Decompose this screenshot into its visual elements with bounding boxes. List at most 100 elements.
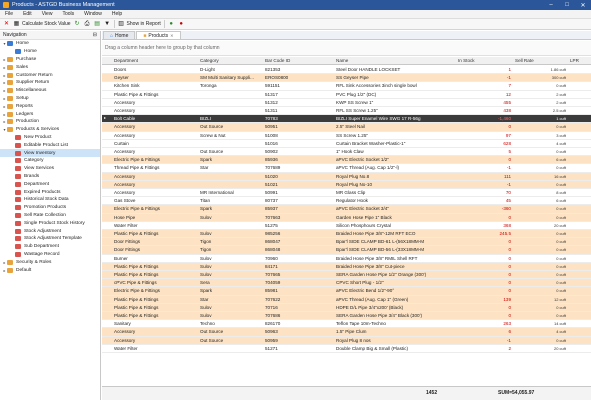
cell-barcode[interactable]: 70783	[263, 115, 334, 123]
cell-sell-rate[interactable]: 0 cuft	[513, 287, 568, 295]
cell-name[interactable]: Steel Door HANDLE LOCKSET	[334, 66, 456, 74]
table-row[interactable]: ▸ Bolt Cable BIZLI 70783 BIZLI Super Enamel …	[102, 115, 591, 124]
cell-sell-rate[interactable]: 4 cuft	[513, 140, 568, 148]
column-header-category[interactable]: Category	[198, 57, 219, 65]
cell-sell-rate[interactable]: 0 cuft	[513, 181, 568, 189]
nav-item[interactable]: ▸ Setup	[0, 95, 100, 103]
cell-barcode[interactable]: 70960	[263, 255, 334, 263]
cell-in-stock[interactable]: 0	[456, 312, 513, 320]
cell-in-stock[interactable]: -1	[456, 74, 513, 82]
cell-barcode[interactable]: 50963	[263, 328, 334, 336]
cell-sell-rate[interactable]: 0 cuft	[513, 337, 568, 345]
cell-barcode[interactable]: 85936	[263, 156, 334, 164]
cell-sell-rate[interactable]: 20 cuft	[513, 222, 568, 230]
cell-name[interactable]: aPVC Electric Socket 3/4"	[334, 205, 456, 213]
cell-department[interactable]: Doors	[112, 66, 198, 74]
cell-lpr[interactable]	[568, 123, 591, 131]
cell-department[interactable]: Plastic Pipe & Fittings	[112, 91, 198, 99]
cell-lpr[interactable]	[568, 132, 591, 140]
cell-lpr[interactable]	[568, 189, 591, 197]
nav-item[interactable]: Wastage Record	[0, 251, 100, 259]
table-row[interactable]: Accessory 51021 Royal Plug No-10 -1 0 cuft	[102, 180, 591, 189]
cell-lpr[interactable]	[568, 66, 591, 74]
red-action-icon[interactable]: ●	[178, 21, 185, 28]
cell-sell-rate[interactable]: 1.86 cuft	[513, 66, 568, 74]
cell-category[interactable]: BIZLI	[198, 115, 263, 123]
cell-in-stock[interactable]: -1,460	[456, 115, 513, 123]
cell-in-stock[interactable]: -1	[456, 164, 513, 172]
cell-sell-rate[interactable]: 0 cuft	[513, 205, 568, 213]
cell-in-stock[interactable]: -360	[456, 205, 513, 213]
cell-name[interactable]: Garden Hose Pipe 1" Black	[334, 214, 456, 222]
cell-barcode[interactable]: 85937	[263, 205, 334, 213]
cell-name[interactable]: Regulator Hook	[334, 197, 456, 205]
cell-category[interactable]: SM Multi Sanitary Suppli...	[198, 74, 263, 82]
cell-sell-rate[interactable]: 0 cuft	[513, 279, 568, 287]
cell-name[interactable]: RFL Sink Accessories 3inch single bowl	[334, 82, 456, 90]
cell-lpr[interactable]	[568, 156, 591, 164]
cell-in-stock[interactable]: 0	[456, 255, 513, 263]
green-action-icon[interactable]: ●	[168, 21, 175, 28]
cell-lpr[interactable]	[568, 148, 591, 156]
nav-item[interactable]: ▸ Security & Roles	[0, 258, 100, 266]
cell-category[interactable]: Sulov	[198, 255, 263, 263]
cell-lpr[interactable]	[568, 312, 591, 320]
table-row[interactable]: Accessory 51311 RFL SS Screw 1.25" 438 2.5 c…	[102, 107, 591, 116]
cell-name[interactable]: Royal Plug 8 nos	[334, 337, 456, 345]
tab-products[interactable]: ■ Products ✕	[136, 31, 181, 39]
table-row[interactable]: Water Filter 51271 Double Clamp Big & Smal…	[102, 345, 591, 353]
cell-department[interactable]: Accessory	[112, 123, 198, 131]
nav-item[interactable]: ▸ Purchase	[0, 56, 100, 64]
cell-barcode[interactable]: 51020	[263, 173, 334, 181]
cell-category[interactable]	[198, 181, 263, 189]
table-row[interactable]: Kitchen Sink Toronga 591151 RFL Sink Access…	[102, 82, 591, 91]
minimize-icon[interactable]: –	[543, 2, 559, 8]
cell-in-stock[interactable]: 97	[456, 132, 513, 140]
cell-lpr[interactable]	[568, 263, 591, 271]
table-row[interactable]: Accessory 51020 Royal Plug No.8 111 16 cuft	[102, 172, 591, 181]
cell-category[interactable]: Sera	[198, 279, 263, 287]
cell-lpr[interactable]	[568, 271, 591, 279]
print-icon[interactable]: ⎙	[84, 21, 91, 28]
table-row[interactable]: Electric Pipe & Fittings Spark 85981 aPVC E…	[102, 287, 591, 296]
nav-item[interactable]: Expired Products	[0, 188, 100, 196]
cell-in-stock[interactable]: 2	[456, 345, 513, 353]
maximize-icon[interactable]: □	[559, 2, 575, 8]
cell-department[interactable]: Door Fittings	[112, 238, 198, 246]
nav-item[interactable]: Sell Rate Collection	[0, 212, 100, 220]
cell-sell-rate[interactable]: 4 cuft	[513, 328, 568, 336]
cell-barcode[interactable]: 51016	[263, 140, 334, 148]
cell-barcode[interactable]: 50959	[263, 337, 334, 345]
cell-name[interactable]: aPVC Electric Bend 1/2"-90°	[334, 287, 456, 295]
cell-name[interactable]: Braided Hose Pipe 3/8"-12M RFT ECO	[334, 230, 456, 238]
cell-category[interactable]: Sulov	[198, 263, 263, 271]
column-header-barcode[interactable]: Bar Code ID	[263, 57, 290, 65]
cell-barcode[interactable]: 707686	[263, 312, 334, 320]
cell-category[interactable]: Sulov	[198, 271, 263, 279]
cell-department[interactable]: Kitchen Sink	[112, 82, 198, 90]
table-row[interactable]: Hose Pipe Sulov 707663 Garden Hose Pipe 1" …	[102, 213, 591, 222]
cell-lpr[interactable]	[568, 82, 591, 90]
cell-in-stock[interactable]: 455	[456, 99, 513, 107]
cell-name[interactable]: 1.5" Pipe Clum	[334, 328, 456, 336]
nav-item[interactable]: ▾ Products & Services	[0, 126, 100, 134]
cell-sell-rate[interactable]: 0 cuft	[513, 304, 568, 312]
table-row[interactable]: Curtain 51016 Curtain Bracket Washer-Plast…	[102, 140, 591, 148]
nav-item[interactable]: New Product	[0, 134, 100, 142]
table-row[interactable]: Plastic Pipe & Fittings Sulov 985256 Braide…	[102, 230, 591, 239]
cell-department[interactable]: Gas Stove	[112, 197, 198, 205]
cell-name[interactable]: PVC Plug 1/2" (DC)	[334, 91, 456, 99]
cell-category[interactable]: Spark	[198, 205, 263, 213]
cell-department[interactable]: Water Filter	[112, 222, 198, 230]
table-row[interactable]: Accessory 51312 KWP SS Screw 1" 455 2 cuft	[102, 99, 591, 107]
cell-department[interactable]: Sanitary	[112, 320, 198, 328]
close-icon[interactable]: ✕	[575, 2, 591, 9]
cell-sell-rate[interactable]: 0 cuft	[513, 148, 568, 156]
cell-barcode[interactable]: 50991	[263, 189, 334, 197]
menu-help[interactable]: Help	[107, 11, 127, 17]
cell-lpr[interactable]	[568, 222, 591, 230]
cell-in-stock[interactable]: 111	[456, 173, 513, 181]
nav-item[interactable]: ▸ Miscellaneous	[0, 87, 100, 95]
cell-name[interactable]: aPVC Thread (Aug. Cap 1" (Green)	[334, 296, 456, 304]
cell-category[interactable]: Spark	[198, 156, 263, 164]
